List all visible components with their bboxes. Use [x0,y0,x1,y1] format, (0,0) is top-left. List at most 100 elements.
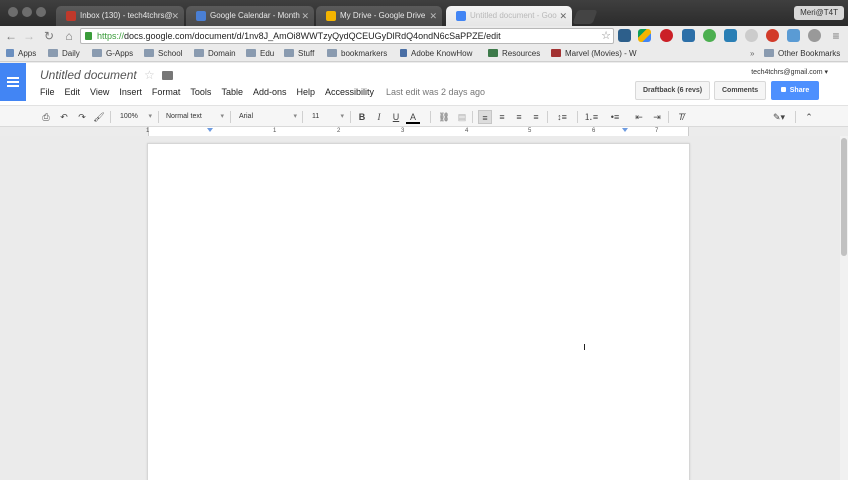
bookmarks-overflow-icon[interactable]: » [750,48,754,60]
decrease-indent-icon[interactable]: ⇤ [632,110,646,124]
tab-close-icon[interactable]: ✕ [559,6,567,26]
bookmark-daily[interactable]: Daily [48,48,80,60]
red-extension-icon[interactable] [766,29,779,42]
bookmark-edu[interactable]: Edu [246,48,274,60]
collapse-toolbar-icon[interactable]: ⌃ [803,110,815,124]
bookmark-apps[interactable]: Apps [6,48,36,60]
vertical-scrollbar[interactable] [840,136,848,480]
align-justify-icon[interactable]: ≡ [530,110,542,124]
text-cursor [584,344,585,350]
bookmark-star-icon[interactable]: ☆ [601,29,611,43]
editing-mode-pencil-icon[interactable]: ✎▾ [770,110,788,124]
menu-tools[interactable]: Tools [190,87,211,97]
star-icon[interactable]: ☆ [144,68,155,82]
menu-format[interactable]: Format [152,87,181,97]
bulleted-list-icon[interactable]: •≡ [606,110,624,124]
draftback-button[interactable]: Draftback (6 revs) [635,81,711,100]
window-zoom-button[interactable] [36,7,46,17]
move-to-folder-icon[interactable] [162,71,173,80]
drive-extension-icon[interactable] [638,29,651,42]
menu-insert[interactable]: Insert [119,87,142,97]
s-extension-icon[interactable] [682,29,695,42]
undo-icon[interactable]: ↶ [58,110,70,124]
circle-extension-icon[interactable] [745,29,758,42]
editing-toolbar: ⎙ ↶ ↷ 🖌 100% Normal text Arial 11 B I U … [0,105,848,127]
right-indent-marker[interactable] [622,128,628,132]
tab-calendar[interactable]: Google Calendar - Month ✕ [186,6,314,26]
align-center-icon[interactable]: ≡ [496,110,508,124]
extension-icon[interactable] [618,29,631,42]
address-bar[interactable]: https://docs.google.com/document/d/1nv8J… [80,28,614,44]
underline-button[interactable]: U [390,110,402,124]
pinterest-icon[interactable] [660,29,673,42]
paragraph-style-select[interactable]: Normal text [166,110,224,124]
forward-arrow-icon[interactable]: → [22,29,36,43]
line-spacing-icon[interactable]: ↕≡ [553,110,571,124]
bookmark-resources[interactable]: Resources [488,48,540,60]
folder-icon [48,49,58,57]
menu-view[interactable]: View [90,87,109,97]
bookmark-marvel-movies[interactable]: Marvel (Movies) - W [551,48,641,60]
profile-button[interactable]: Meri@T4T [794,6,844,20]
clear-formatting-icon[interactable]: T̸ [674,110,688,124]
increase-indent-icon[interactable]: ⇥ [650,110,664,124]
share-button[interactable]: Share [771,81,819,100]
ruler-track[interactable] [148,127,689,136]
screen-extension-icon[interactable] [787,29,800,42]
left-indent-marker[interactable] [207,128,213,132]
docs-icon [456,10,466,21]
zoom-select[interactable]: 100% [120,110,152,124]
scrollbar-thumb[interactable] [841,138,847,256]
home-icon[interactable]: ⌂ [62,29,76,43]
bookmark-school[interactable]: School [144,48,182,60]
bold-button[interactable]: B [356,110,368,124]
menu-edit[interactable]: Edit [65,87,81,97]
link-icon[interactable]: ⛓ [437,110,451,124]
v-extension-icon[interactable] [724,29,737,42]
align-right-icon[interactable]: ≡ [513,110,525,124]
align-left-icon[interactable]: ≡ [478,110,492,124]
bookmark-bookmarkers[interactable]: bookmarkers [327,48,387,60]
bookmark-domain[interactable]: Domain [194,48,236,60]
menu-table[interactable]: Table [221,87,243,97]
menu-help[interactable]: Help [296,87,315,97]
new-tab-button[interactable] [572,10,598,24]
back-arrow-icon[interactable]: ← [4,29,18,43]
redo-icon[interactable]: ↷ [76,110,88,124]
bookmark-stuff[interactable]: Stuff [284,48,314,60]
folder-icon [284,49,294,57]
menu-accessibility[interactable]: Accessibility [325,87,374,97]
text-color-button[interactable]: A [406,110,420,124]
chrome-menu-icon[interactable]: ≡ [829,29,843,43]
tab-close-icon[interactable]: ✕ [171,6,179,26]
italic-button[interactable]: I [373,110,385,124]
comments-button[interactable]: Comments [714,81,767,100]
tab-untitled-document[interactable]: Untitled document - Goo ✕ [446,6,572,26]
document-title[interactable]: Untitled document [40,68,137,82]
bookmark-adobe-knowhow[interactable]: Adobe KnowHow [400,48,472,60]
paint-format-icon[interactable]: 🖌 [93,110,105,124]
last-edit-status[interactable]: Last edit was 2 days ago [386,87,485,97]
menu-file[interactable]: File [40,87,55,97]
window-minimize-button[interactable] [22,7,32,17]
ruler-number: 4 [465,128,469,134]
comment-icon[interactable]: ▤ [456,110,468,124]
account-switcher[interactable]: tech4tchrs@gmail.com ▾ [751,68,828,76]
document-page[interactable] [147,143,690,480]
tab-inbox[interactable]: Inbox (130) - tech4tchrs@ ✕ [56,6,184,26]
print-icon[interactable]: ⎙ [40,110,52,124]
tab-close-icon[interactable]: ✕ [429,6,437,26]
bookmark-other-bookmarks[interactable]: Other Bookmarks [764,48,840,60]
font-size-select[interactable]: 11 [312,110,344,124]
reload-icon[interactable]: ↻ [42,29,56,43]
numbered-list-icon[interactable]: ⒈≡ [582,110,600,124]
tab-drive[interactable]: My Drive - Google Drive ✕ [316,6,442,26]
bookmark-g-apps[interactable]: G-Apps [92,48,133,60]
menu-add-ons[interactable]: Add-ons [253,87,287,97]
tab-close-icon[interactable]: ✕ [301,6,309,26]
font-select[interactable]: Arial [239,110,297,124]
docs-home-button[interactable] [0,63,26,101]
green-extension-icon[interactable] [703,29,716,42]
gray-extension-icon[interactable] [808,29,821,42]
window-close-button[interactable] [8,7,18,17]
